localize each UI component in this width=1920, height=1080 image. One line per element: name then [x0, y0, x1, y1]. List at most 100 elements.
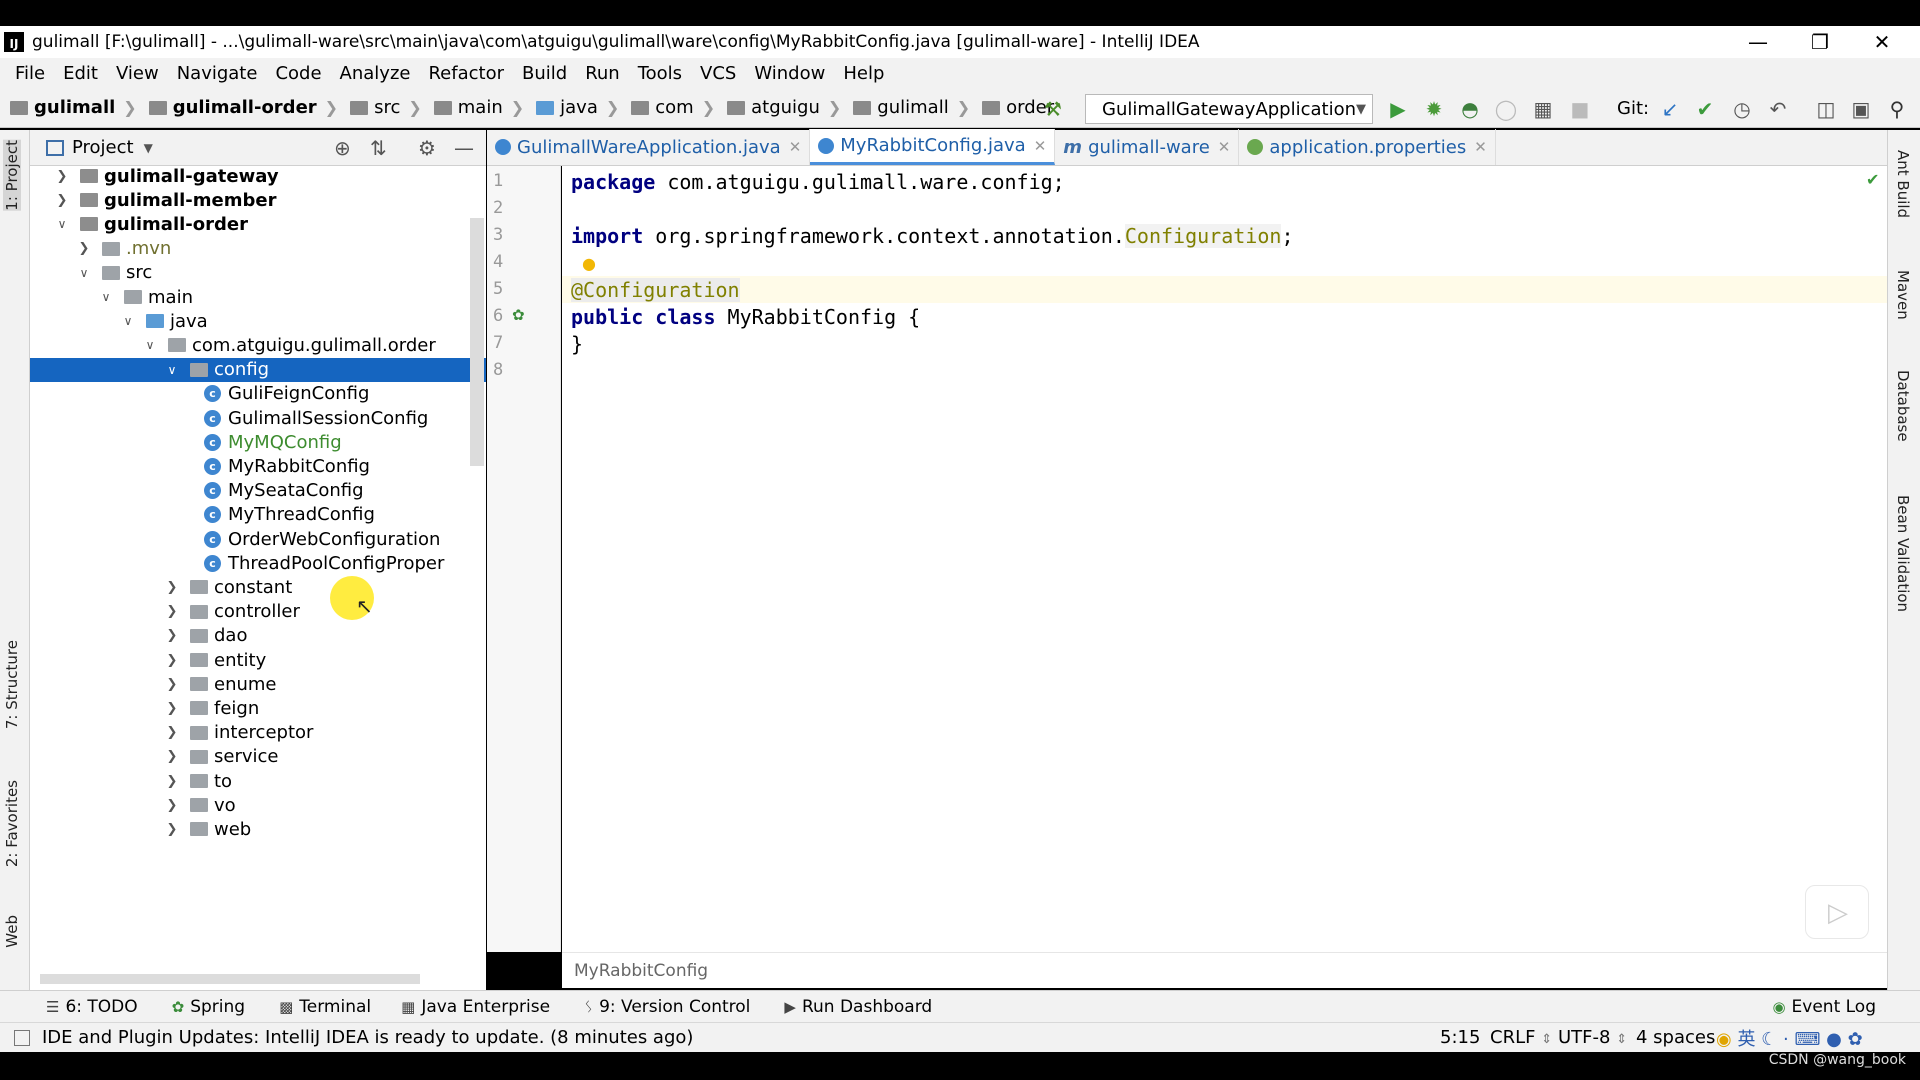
- tool-web-tab[interactable]: Web: [3, 915, 21, 948]
- breadcrumb-item[interactable]: atguigu ❯: [717, 97, 841, 118]
- chevron-down-icon[interactable]: ∨: [96, 290, 116, 304]
- chevron-right-icon[interactable]: ❯: [162, 774, 182, 789]
- tree-item[interactable]: ❯ to: [30, 769, 486, 793]
- tool-run-dashboard[interactable]: ▶ Run Dashboard: [784, 997, 932, 1017]
- menu-file[interactable]: File: [6, 63, 54, 84]
- tree-item[interactable]: ❯ vo: [30, 793, 486, 817]
- chevron-right-icon[interactable]: ❯: [52, 169, 72, 184]
- tab-gulimall-ware-pom[interactable]: m gulimall-ware ✕: [1055, 129, 1240, 165]
- chevron-right-icon[interactable]: ❯: [74, 241, 94, 256]
- debug-icon[interactable]: ✹: [1421, 96, 1447, 122]
- tree-item[interactable]: c MyMQConfig: [30, 430, 486, 454]
- menu-code[interactable]: Code: [266, 63, 330, 84]
- hide-panel-icon[interactable]: —: [454, 136, 474, 160]
- close-tab-icon[interactable]: ✕: [789, 138, 802, 156]
- tree-item[interactable]: ❯ interceptor: [30, 721, 486, 745]
- breadcrumb-item[interactable]: gulimall ❯: [843, 97, 970, 118]
- tree-item[interactable]: ∨ com.atguigu.gulimall.order: [30, 333, 486, 357]
- tree-item[interactable]: c GulimallSessionConfig: [30, 406, 486, 430]
- breadcrumb-item[interactable]: main ❯: [424, 97, 524, 118]
- line-separator[interactable]: CRLF ⇕: [1490, 1027, 1552, 1048]
- project-structure-icon[interactable]: ◫: [1813, 96, 1839, 122]
- tab-gulimall-ware-application[interactable]: GulimallWareApplication.java ✕: [487, 129, 811, 165]
- tool-favorites-tab[interactable]: 2: Favorites: [3, 780, 21, 867]
- tree-item[interactable]: ∨ java: [30, 309, 486, 333]
- tree-item[interactable]: ❯ controller: [30, 600, 486, 624]
- tree-item[interactable]: ❯ entity: [30, 648, 486, 672]
- tool-terminal[interactable]: ▩ Terminal: [279, 997, 371, 1017]
- tree-item[interactable]: ❯ enume: [30, 672, 486, 696]
- breadcrumb-item[interactable]: gulimall-order ❯: [139, 97, 338, 118]
- chevron-right-icon[interactable]: ❯: [162, 653, 182, 668]
- tool-structure-tab[interactable]: 7: Structure: [3, 640, 21, 729]
- chevron-down-icon[interactable]: ∨: [162, 363, 182, 377]
- rollback-icon[interactable]: ↶: [1765, 96, 1791, 122]
- attach-debugger-icon[interactable]: ▦: [1530, 96, 1556, 122]
- tree-item[interactable]: ∨ main: [30, 285, 486, 309]
- tab-application-properties[interactable]: application.properties ✕: [1239, 129, 1496, 165]
- chevron-right-icon[interactable]: ❯: [162, 604, 182, 619]
- tree-item[interactable]: ❯ constant: [30, 575, 486, 599]
- tree-horizontal-scrollbar[interactable]: [40, 974, 420, 984]
- tree-item[interactable]: ∨ config: [30, 357, 486, 382]
- profile-icon[interactable]: ◯: [1493, 96, 1519, 122]
- breadcrumb-item[interactable]: gulimall ❯: [0, 97, 137, 118]
- chevron-right-icon[interactable]: ❯: [162, 628, 182, 643]
- tool-event-log[interactable]: ◉ Event Log: [1772, 997, 1876, 1017]
- tree-item[interactable]: c MyThreadConfig: [30, 503, 486, 527]
- tree-item[interactable]: ❯ web: [30, 817, 486, 841]
- tab-my-rabbit-config[interactable]: MyRabbitConfig.java ✕: [810, 129, 1056, 165]
- restore-icon[interactable]: ❐: [1790, 26, 1850, 58]
- intention-bulb-icon[interactable]: ●: [582, 254, 596, 273]
- menu-vcs[interactable]: VCS: [691, 63, 745, 84]
- tool-todo[interactable]: ☰ 6: TODO: [46, 997, 138, 1017]
- tool-spring[interactable]: ✿ Spring: [172, 997, 245, 1017]
- menu-run[interactable]: Run: [576, 63, 629, 84]
- menu-window[interactable]: Window: [745, 63, 834, 84]
- search-icon[interactable]: ⚲: [1884, 96, 1910, 122]
- locate-file-icon[interactable]: ⊕: [334, 136, 351, 160]
- editor-breadcrumb[interactable]: MyRabbitConfig: [574, 961, 708, 981]
- menu-navigate[interactable]: Navigate: [168, 63, 267, 84]
- tool-maven-tab[interactable]: Maven: [1894, 270, 1912, 320]
- chevron-right-icon[interactable]: ❯: [162, 677, 182, 692]
- chevron-right-icon[interactable]: ❯: [162, 701, 182, 716]
- video-play-overlay-icon[interactable]: ▷: [1805, 885, 1869, 939]
- breadcrumb-item[interactable]: com ❯: [621, 97, 715, 118]
- menu-build[interactable]: Build: [513, 63, 576, 84]
- indent-setting[interactable]: 4 spaces: [1636, 1027, 1715, 1048]
- tool-project-tab[interactable]: 1: Project: [3, 140, 21, 211]
- chevron-down-icon[interactable]: ∨: [74, 266, 94, 280]
- collapse-all-icon[interactable]: ⇅: [370, 136, 387, 160]
- run-with-coverage-icon[interactable]: ◓: [1457, 96, 1483, 122]
- run-configuration-select[interactable]: GulimallGatewayApplication ▼: [1085, 94, 1373, 124]
- chevron-right-icon[interactable]: ❯: [162, 822, 182, 837]
- tree-item[interactable]: ∨ src: [30, 261, 486, 285]
- tool-ant-build-tab[interactable]: Ant Build: [1894, 150, 1912, 218]
- breadcrumb-item[interactable]: src ❯: [340, 97, 422, 118]
- history-icon[interactable]: ◷: [1729, 96, 1755, 122]
- chevron-right-icon[interactable]: ❯: [162, 749, 182, 764]
- breadcrumb-item[interactable]: java ❯: [526, 97, 619, 118]
- chevron-right-icon[interactable]: ❯: [162, 725, 182, 740]
- chevron-right-icon[interactable]: ❯: [162, 798, 182, 813]
- tree-item[interactable]: c OrderWebConfiguration: [30, 527, 486, 551]
- chevron-down-icon[interactable]: ∨: [52, 217, 72, 231]
- ime-indicator[interactable]: ◉ 英 ☾ · ⌨ ● ✿: [1716, 1025, 1863, 1051]
- status-message[interactable]: IDE and Plugin Updates: IntelliJ IDEA is…: [42, 1027, 693, 1048]
- close-tab-icon[interactable]: ✕: [1218, 138, 1231, 156]
- tree-item[interactable]: ❯ feign: [30, 696, 486, 720]
- menu-tools[interactable]: Tools: [629, 63, 691, 84]
- project-panel-title[interactable]: Project: [72, 137, 134, 158]
- tree-item[interactable]: ❯ dao: [30, 624, 486, 648]
- close-icon[interactable]: ✕: [1852, 26, 1912, 58]
- close-tab-icon[interactable]: ✕: [1034, 137, 1047, 155]
- tree-item[interactable]: ❯ .mvn: [30, 237, 486, 261]
- menu-edit[interactable]: Edit: [54, 63, 107, 84]
- presentation-icon[interactable]: ▣: [1848, 96, 1874, 122]
- spring-bean-gutter-icon[interactable]: ✿: [512, 306, 532, 326]
- menu-view[interactable]: View: [107, 63, 168, 84]
- tree-item[interactable]: ❯ gulimall-gateway: [30, 166, 486, 188]
- chevron-down-icon[interactable]: ▼: [144, 141, 153, 155]
- gear-icon[interactable]: ⚙: [418, 136, 436, 160]
